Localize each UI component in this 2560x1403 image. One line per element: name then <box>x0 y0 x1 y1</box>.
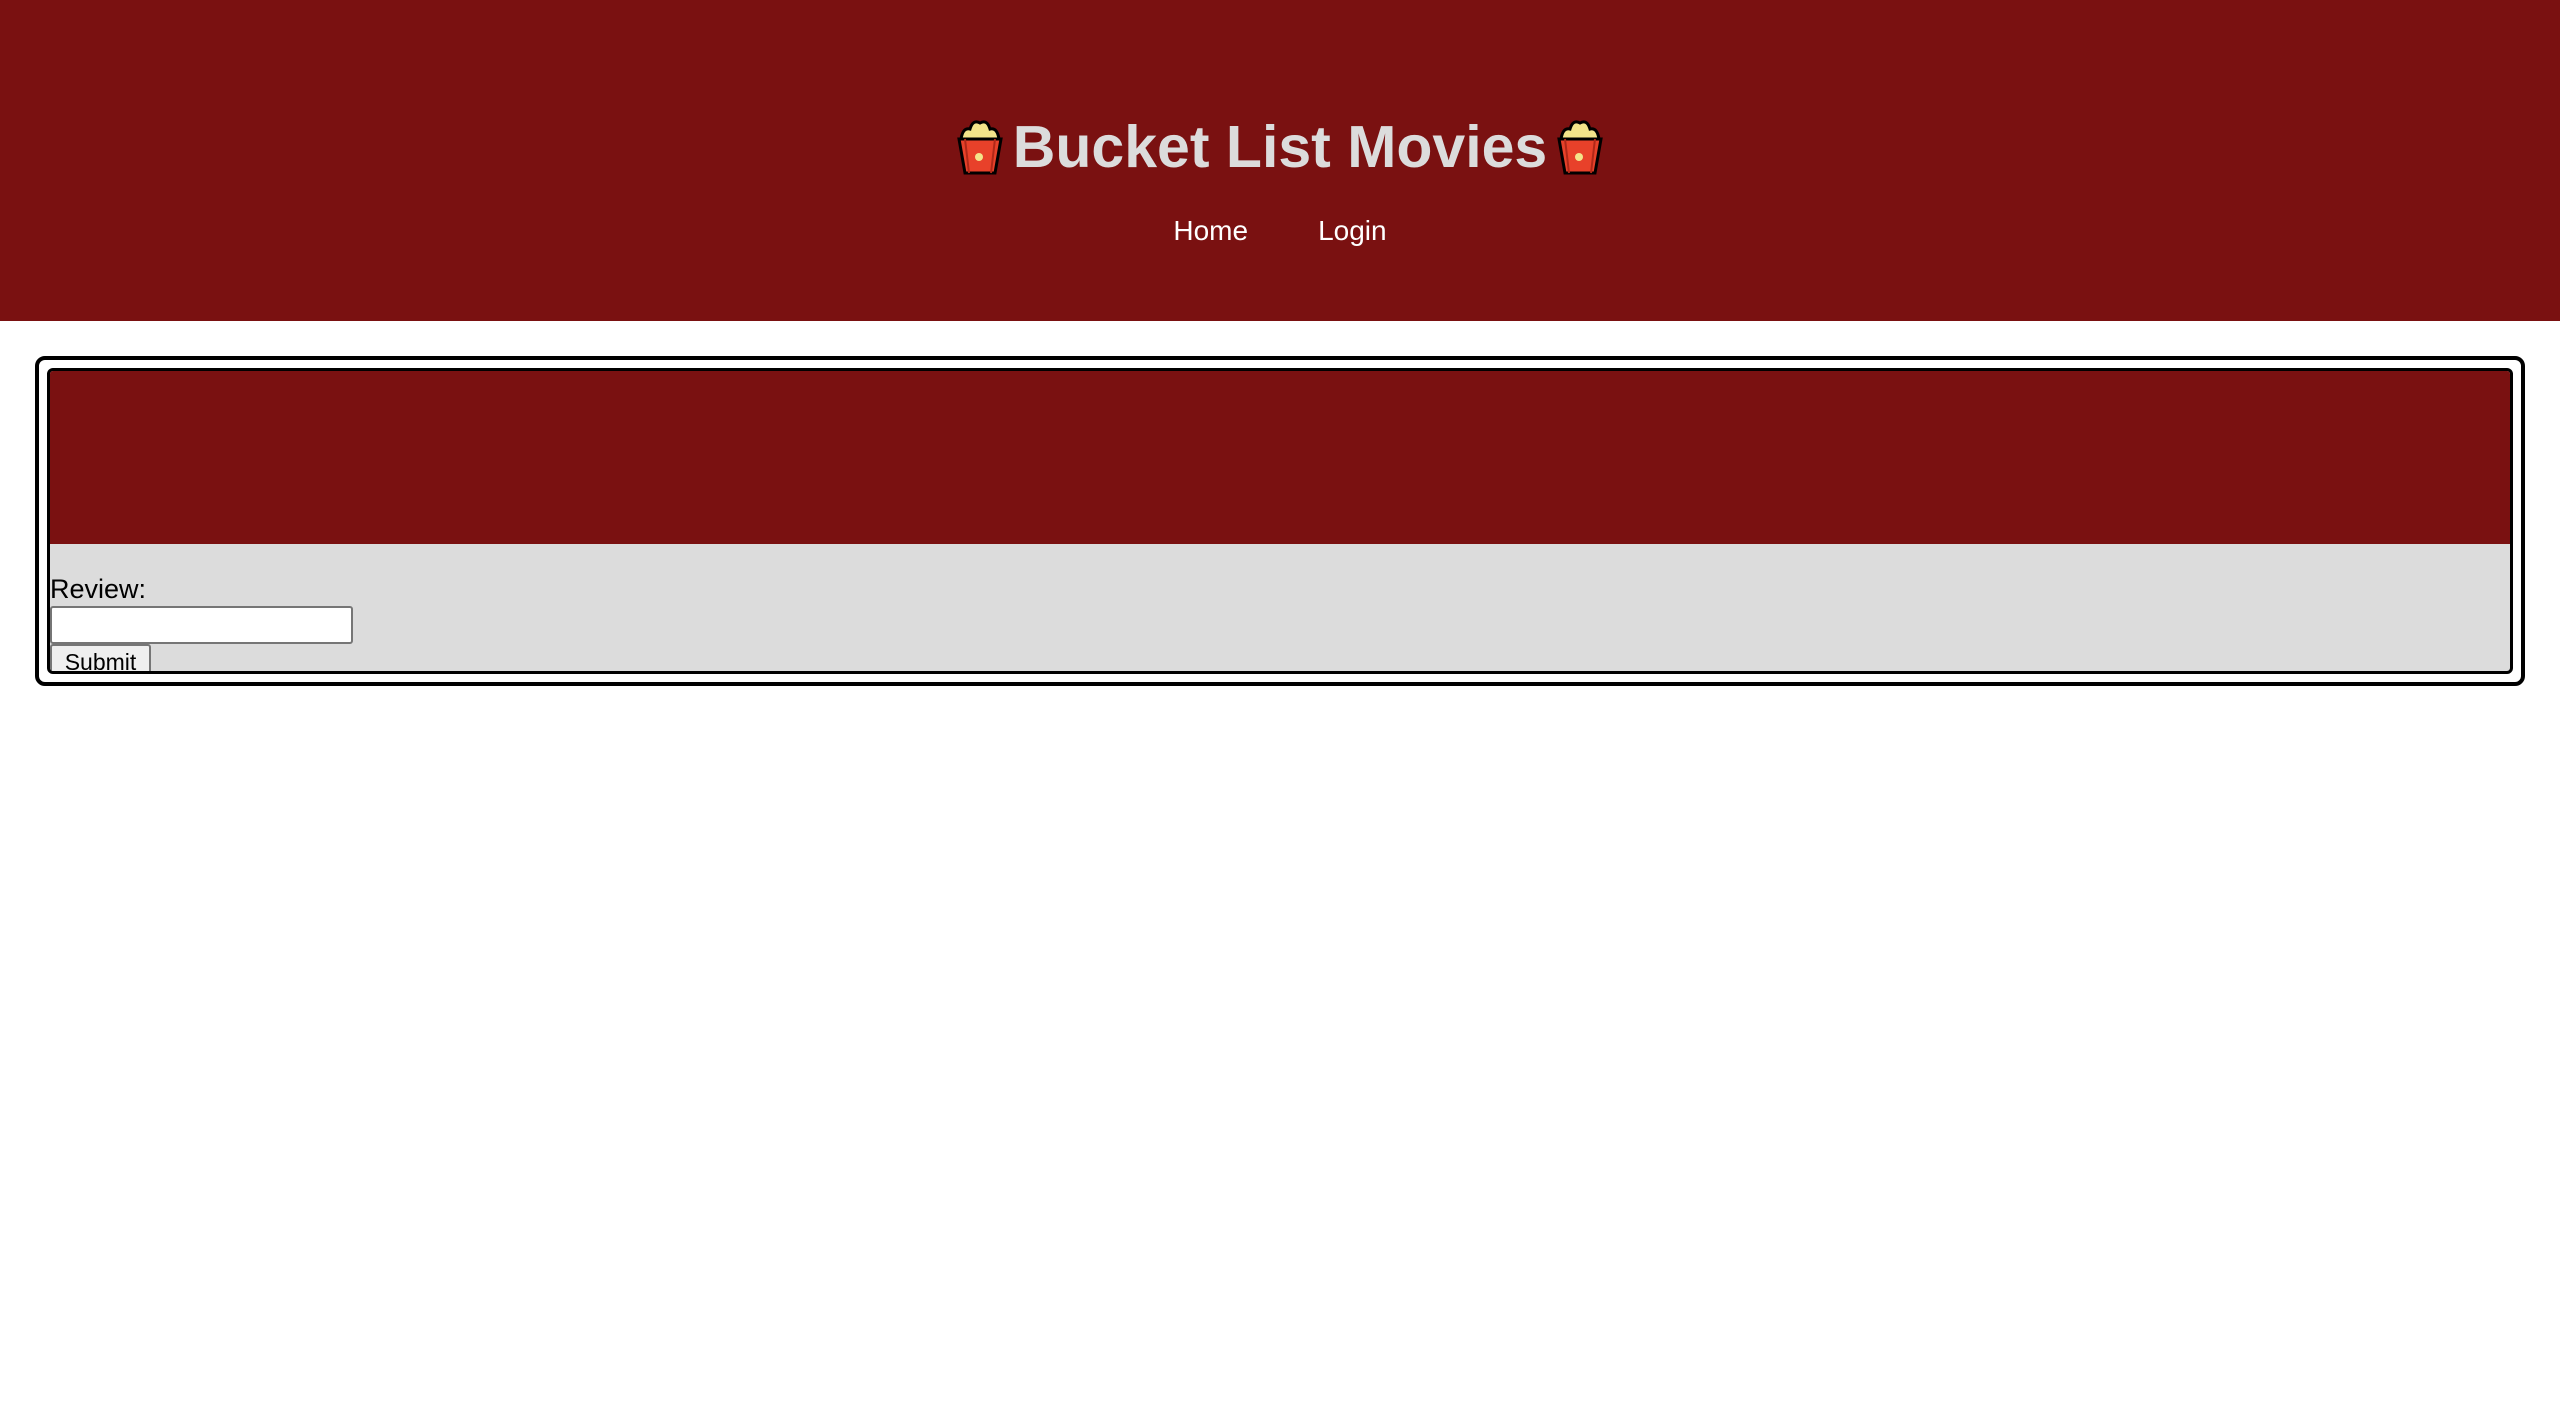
main-nav: Home Login <box>0 215 2560 247</box>
nav-link-home[interactable]: Home <box>1173 215 1248 247</box>
site-title-row: Bucket List Movies <box>0 112 2560 182</box>
nav-link-login[interactable]: Login <box>1318 215 1387 247</box>
card-banner <box>50 371 2510 544</box>
site-header: Bucket List Movies Home Login <box>0 0 2560 321</box>
submit-button[interactable]: Submit <box>50 644 151 671</box>
review-card-inner: Review: Submit <box>47 368 2513 674</box>
popcorn-icon <box>1557 120 1604 175</box>
popcorn-icon <box>956 120 1003 175</box>
review-label: Review: <box>50 574 147 604</box>
site-title: Bucket List Movies <box>1012 114 1548 180</box>
review-card: Review: Submit <box>35 356 2525 686</box>
review-form: Review: Submit <box>50 574 353 671</box>
review-input[interactable] <box>50 606 353 644</box>
